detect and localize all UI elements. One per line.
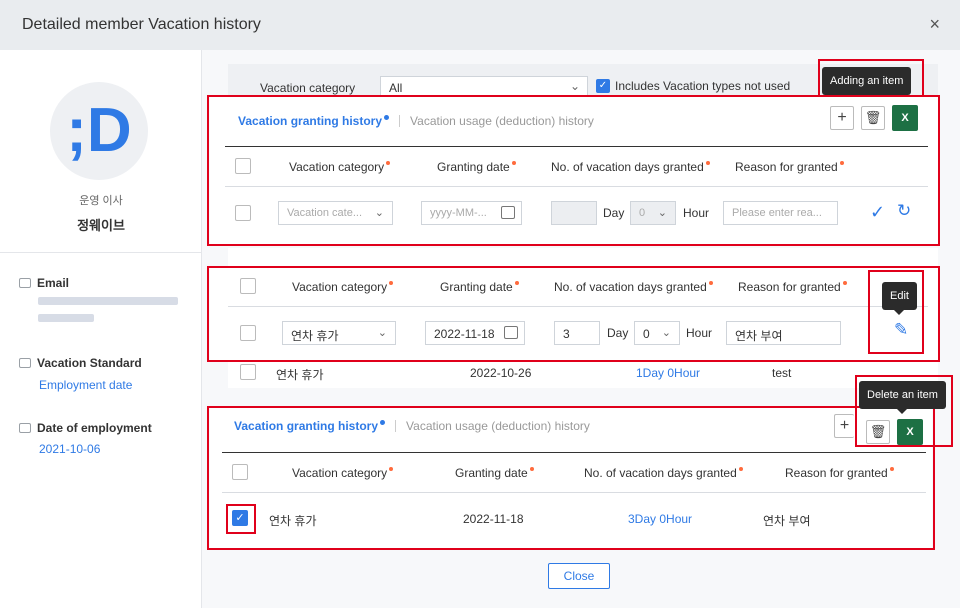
- excel-icon[interactable]: X: [897, 419, 923, 445]
- bg-row-amount: 1Day 0Hour: [636, 366, 701, 380]
- vacation-standard-label: Vacation Standard: [19, 356, 142, 370]
- email-label: Email: [19, 276, 69, 290]
- employment-date-label: Date of employment: [19, 421, 152, 435]
- close-button[interactable]: Close: [548, 563, 610, 589]
- row-checkbox[interactable]: [240, 364, 256, 380]
- mail-icon: [19, 278, 31, 288]
- delete-tooltip: Delete an item: [859, 381, 946, 414]
- filter-category-label: Vacation category: [260, 81, 356, 95]
- calendar-icon: [19, 358, 31, 368]
- avatar: ;D: [50, 82, 148, 180]
- sidebar-divider: [0, 252, 202, 253]
- dialog-header: Detailed member Vacation history ×: [0, 0, 960, 50]
- email-value-blurred: [38, 297, 178, 305]
- highlight-checkbox: [226, 504, 256, 534]
- member-name: 정웨이브: [77, 218, 125, 233]
- bg-row-category: 연차 휴가: [276, 368, 324, 382]
- include-unused-label: Includes Vacation types not used: [615, 79, 791, 93]
- pencil-icon[interactable]: ✎: [894, 320, 908, 340]
- dialog-title: Detailed member Vacation history: [22, 16, 261, 33]
- highlight-add-row: [207, 95, 940, 246]
- chevron-down-icon: ⌄: [569, 79, 580, 93]
- vacation-standard-value: Employment date: [39, 378, 133, 392]
- add-tooltip: Adding an item: [822, 67, 912, 100]
- email-value-blurred: [38, 314, 94, 322]
- background-header-fragment: [228, 248, 938, 266]
- include-unused-checkbox[interactable]: ✓: [596, 79, 610, 93]
- profile-sidebar: ;D 운영 이사 정웨이브 Email Vacation Standard Em…: [0, 50, 202, 608]
- highlight-edit-row: [207, 266, 940, 362]
- calendar-icon: [19, 423, 31, 433]
- highlight-delete-row: [207, 406, 935, 550]
- close-icon[interactable]: ×: [929, 14, 940, 35]
- bg-row-date: 2022-10-26: [470, 366, 532, 380]
- employment-date-value: 2021-10-06: [39, 442, 101, 456]
- trash-icon[interactable]: 🗑: [866, 420, 890, 444]
- background-row: 연차 휴가 2022-10-26 1Day 0Hour test: [228, 360, 938, 388]
- bg-row-reason: test: [772, 366, 792, 380]
- member-position: 운영 이사: [79, 195, 123, 207]
- edit-tooltip: Edit: [882, 282, 917, 315]
- avatar-logo: ;D: [66, 96, 132, 165]
